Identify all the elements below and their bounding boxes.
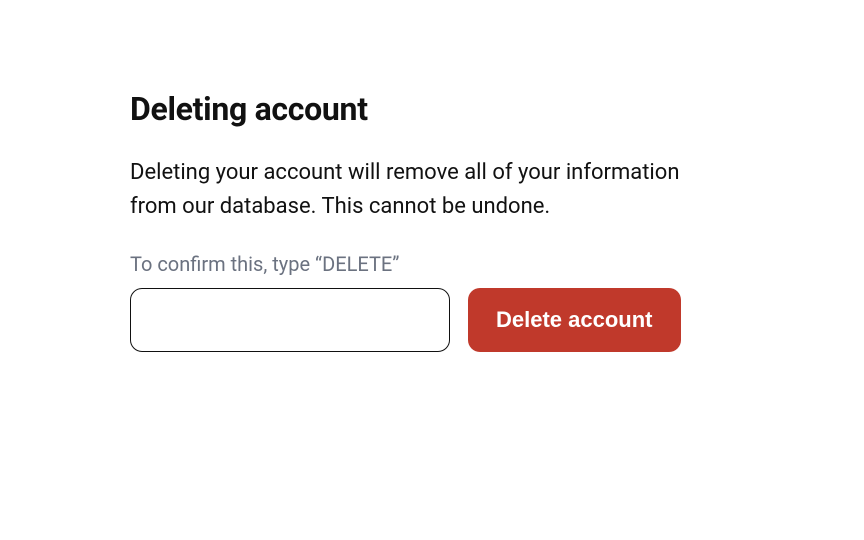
delete-account-section: Deleting account Deleting your account w… [130, 90, 700, 352]
section-heading: Deleting account [130, 90, 700, 128]
delete-account-button[interactable]: Delete account [468, 288, 681, 352]
section-description: Deleting your account will remove all of… [130, 156, 700, 224]
confirm-input[interactable] [130, 288, 450, 352]
confirm-label: To confirm this, type “DELETE” [130, 252, 700, 276]
confirm-form-row: Delete account [130, 288, 700, 352]
